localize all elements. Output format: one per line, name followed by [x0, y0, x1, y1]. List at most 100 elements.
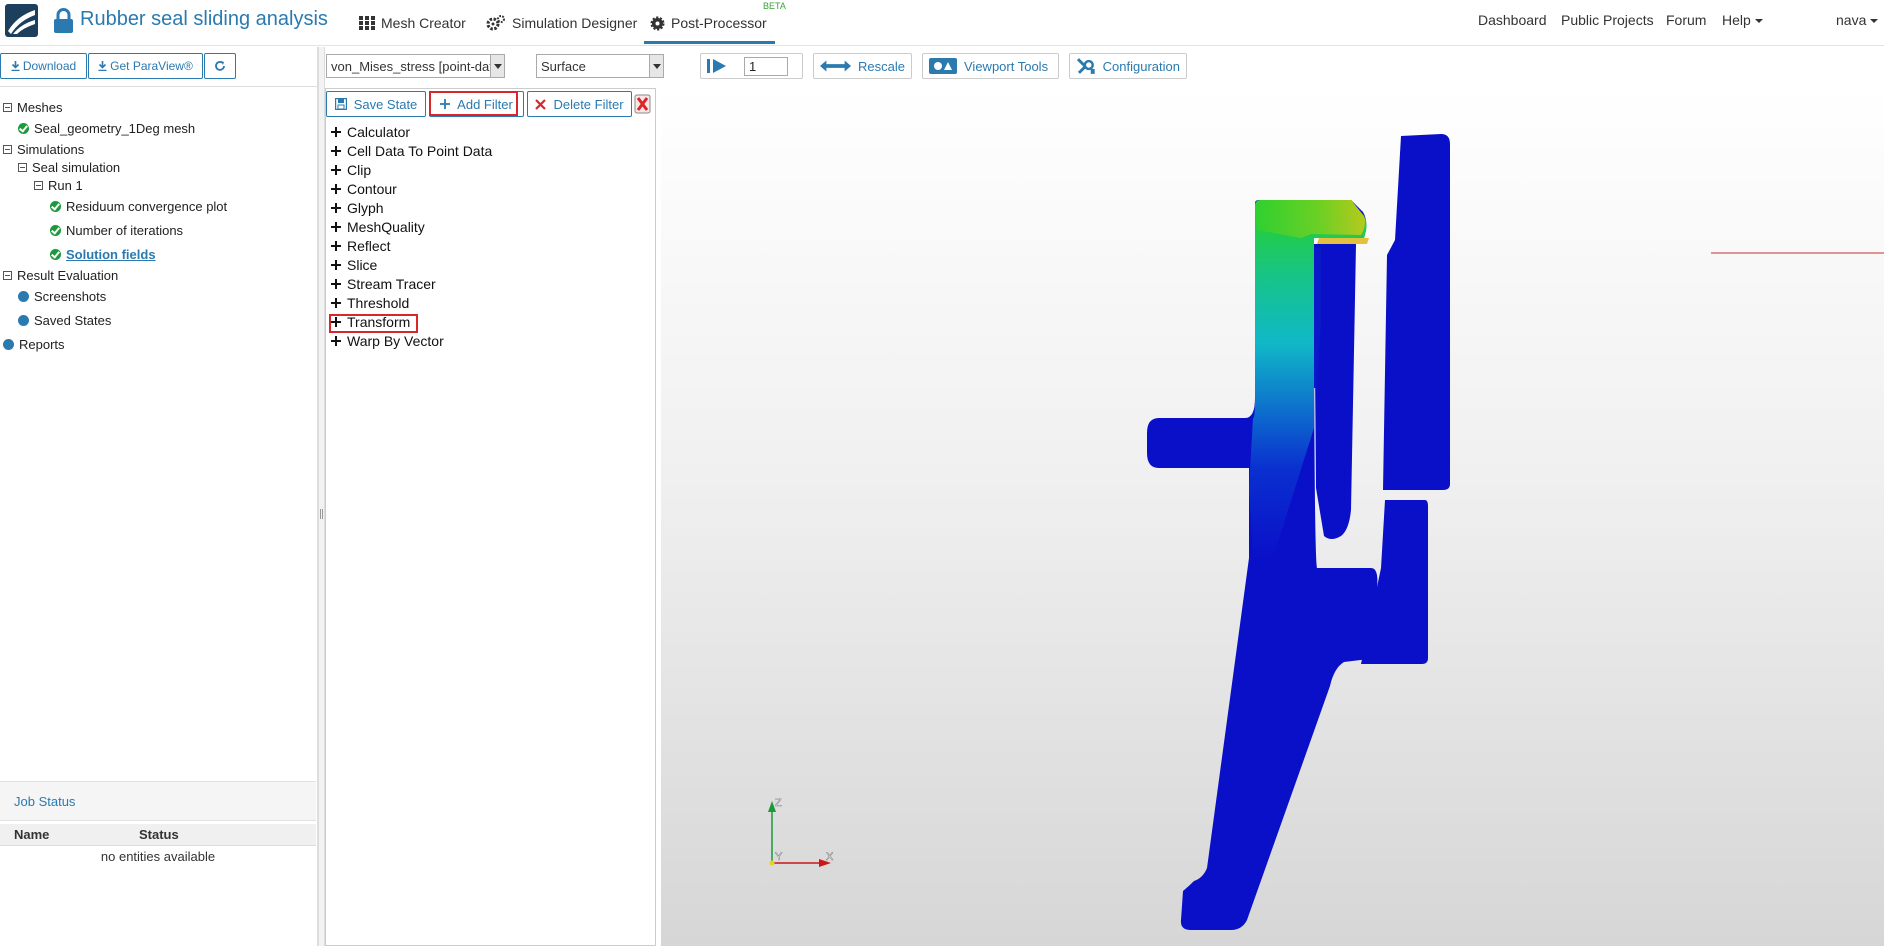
filter-item-warp-by-vector[interactable]: Warp By Vector [331, 333, 444, 349]
tree-result-evaluation[interactable]: Result Evaluation [3, 268, 118, 283]
viewport-tools-label: Viewport Tools [964, 58, 1049, 74]
tree-number-of-iterations[interactable]: Number of iterations [50, 223, 183, 238]
play-icon[interactable] [707, 58, 727, 74]
tree-label: Saved States [34, 313, 112, 328]
user-name: nava [1836, 12, 1867, 28]
tree-label: Screenshots [34, 289, 107, 304]
collapse-icon[interactable] [34, 181, 43, 190]
tree-mesh-item[interactable]: Seal_geometry_1Deg mesh [18, 121, 195, 136]
filter-item-stream-tracer[interactable]: Stream Tracer [331, 276, 436, 292]
get-paraview-button[interactable]: Get ParaView® [88, 53, 203, 79]
user-menu[interactable]: nava [1836, 12, 1879, 28]
tree-seal-simulation[interactable]: Seal simulation [18, 160, 120, 175]
save-state-label: Save State [353, 96, 418, 112]
contact-strip [1317, 238, 1369, 244]
field-select-value: von_Mises_stress [point-data] [331, 59, 504, 74]
dropdown-arrow-icon [490, 55, 504, 77]
field-select[interactable]: von_Mises_stress [point-data] [326, 54, 505, 78]
caret-down-icon [1754, 19, 1763, 24]
render-viewport[interactable]: Z X Y [661, 88, 1884, 946]
viewport-tools-button[interactable]: Viewport Tools [922, 53, 1059, 79]
filter-label: Clip [347, 162, 372, 178]
filter-item-cell-data-to-point-data[interactable]: Cell Data To Point Data [331, 143, 492, 159]
dashboard-link[interactable]: Dashboard [1478, 12, 1547, 28]
caret-down-icon [1870, 19, 1879, 24]
tab-label: Post-Processor [671, 15, 767, 31]
get-paraview-label: Get ParaView® [110, 59, 193, 73]
plus-icon [331, 336, 341, 346]
tree-simulations[interactable]: Simulations [3, 142, 84, 157]
filter-item-meshquality[interactable]: MeshQuality [331, 219, 425, 235]
tab-label: Mesh Creator [381, 15, 466, 31]
filter-label: Stream Tracer [347, 276, 436, 292]
frame-input[interactable] [744, 57, 788, 76]
tree-residuum-plot[interactable]: Residuum convergence plot [50, 199, 227, 214]
add-filter-button[interactable]: Add Filter [429, 91, 524, 117]
check-circle-icon [50, 249, 61, 260]
delete-filter-button[interactable]: Delete Filter [527, 91, 632, 117]
collapse-icon[interactable] [3, 145, 12, 154]
help-menu[interactable]: Help [1722, 12, 1763, 28]
check-circle-icon [50, 201, 61, 212]
shapes-icon [929, 58, 957, 74]
filter-label: Glyph [347, 200, 384, 216]
public-projects-link[interactable]: Public Projects [1561, 12, 1654, 28]
tree-solution-fields[interactable]: Solution fields [50, 247, 156, 262]
filter-item-contour[interactable]: Contour [331, 181, 397, 197]
filter-item-reflect[interactable]: Reflect [331, 238, 391, 254]
simscale-logo[interactable] [5, 4, 38, 37]
forum-link[interactable]: Forum [1666, 12, 1706, 28]
tree-meshes[interactable]: Meshes [3, 100, 63, 115]
filter-item-transform[interactable]: Transform [331, 314, 410, 330]
job-status-header[interactable]: Job Status [0, 781, 316, 821]
plus-icon [331, 279, 341, 289]
filter-label: Transform [347, 314, 411, 330]
filter-label: Calculator [347, 124, 411, 140]
column-status[interactable]: Status [139, 827, 179, 842]
download-button[interactable]: Download [0, 53, 87, 79]
axis-label-y: Y [775, 851, 783, 863]
column-name[interactable]: Name [14, 827, 49, 842]
save-state-button[interactable]: Save State [326, 91, 426, 117]
tree-label: Result Evaluation [17, 268, 119, 283]
collapse-icon[interactable] [18, 163, 27, 172]
download-icon [98, 61, 107, 71]
filter-item-slice[interactable]: Slice [331, 257, 377, 273]
collapse-icon[interactable] [3, 271, 12, 280]
tree-reports[interactable]: Reports [3, 337, 65, 352]
tab-simulation-designer[interactable]: Simulation Designer [486, 10, 637, 36]
tree-run-1[interactable]: Run 1 [34, 178, 83, 193]
project-title[interactable]: Rubber seal sliding analysis [80, 8, 328, 31]
refresh-button[interactable] [204, 53, 236, 79]
refresh-icon [215, 61, 225, 71]
plus-icon [331, 317, 341, 327]
filter-item-calculator[interactable]: Calculator [331, 124, 410, 140]
download-label: Download [22, 59, 77, 73]
configuration-button[interactable]: Configuration [1069, 53, 1187, 79]
sidebar-resize-handle[interactable] [318, 47, 325, 946]
check-circle-icon [50, 225, 61, 236]
filter-item-clip[interactable]: Clip [331, 162, 371, 178]
filter-label: MeshQuality [347, 219, 425, 235]
housing-shape [1383, 134, 1450, 490]
tab-post-processor[interactable]: Post-Processor [644, 10, 775, 44]
plus-icon [331, 222, 341, 232]
tree-saved-states[interactable]: Saved States [18, 313, 111, 328]
filter-item-threshold[interactable]: Threshold [331, 295, 409, 311]
rescale-button[interactable]: Rescale [813, 53, 912, 79]
tree-screenshots[interactable]: Screenshots [18, 289, 106, 304]
cog-icon [650, 16, 665, 30]
clear-filters-icon[interactable] [634, 94, 651, 114]
collapse-icon[interactable] [3, 103, 12, 112]
job-status-title: Job Status [14, 794, 76, 809]
filter-label: Slice [347, 257, 378, 273]
tab-mesh-creator[interactable]: Mesh Creator [359, 10, 466, 36]
representation-select[interactable]: Surface [536, 54, 664, 78]
plus-icon [331, 241, 341, 251]
empty-message: no entities available [100, 849, 216, 864]
filter-item-glyph[interactable]: Glyph [331, 200, 384, 216]
plus-icon [331, 203, 341, 213]
plus-icon [331, 184, 341, 194]
check-circle-icon [18, 123, 29, 134]
close-icon [535, 98, 547, 110]
